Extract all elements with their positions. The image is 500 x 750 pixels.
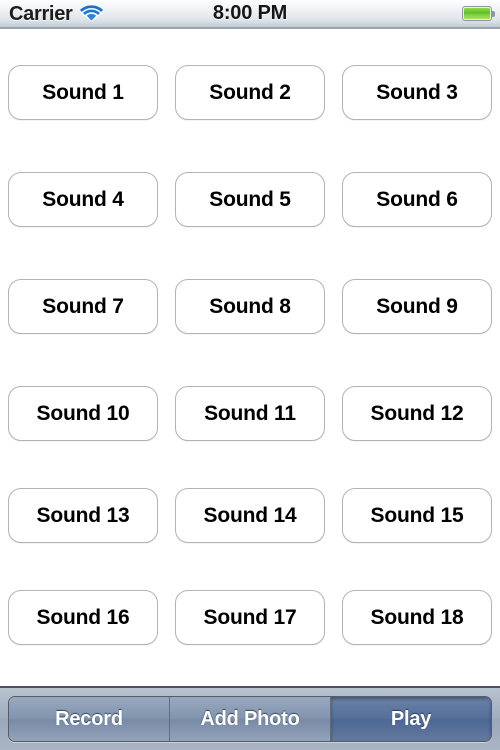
sound-row: Sound 16 Sound 17 Sound 18 bbox=[8, 590, 492, 645]
sound-button-9[interactable]: Sound 9 bbox=[342, 279, 492, 334]
sound-row: Sound 13 Sound 14 Sound 15 bbox=[8, 488, 492, 543]
segment-play[interactable]: Play bbox=[331, 697, 491, 741]
sound-row: Sound 4 Sound 5 Sound 6 bbox=[8, 172, 492, 227]
sound-button-16[interactable]: Sound 16 bbox=[8, 590, 158, 645]
sound-button-17[interactable]: Sound 17 bbox=[175, 590, 325, 645]
sound-button-grid: Sound 1 Sound 2 Sound 3 Sound 4 Sound 5 … bbox=[0, 29, 500, 686]
sound-button-7[interactable]: Sound 7 bbox=[8, 279, 158, 334]
battery-cap bbox=[492, 11, 495, 17]
segment-add-photo[interactable]: Add Photo bbox=[170, 697, 331, 741]
carrier-label: Carrier bbox=[9, 2, 73, 25]
sound-row: Sound 10 Sound 11 Sound 12 bbox=[8, 386, 492, 441]
sound-button-8[interactable]: Sound 8 bbox=[175, 279, 325, 334]
sound-row: Sound 1 Sound 2 Sound 3 bbox=[8, 65, 492, 120]
battery-fill bbox=[464, 8, 490, 19]
sound-button-5[interactable]: Sound 5 bbox=[175, 172, 325, 227]
sound-button-6[interactable]: Sound 6 bbox=[342, 172, 492, 227]
clock-label: 8:00 PM bbox=[212, 2, 288, 24]
sound-button-15[interactable]: Sound 15 bbox=[342, 488, 492, 543]
sound-button-18[interactable]: Sound 18 bbox=[342, 590, 492, 645]
sound-button-10[interactable]: Sound 10 bbox=[8, 386, 158, 441]
sound-button-13[interactable]: Sound 13 bbox=[8, 488, 158, 543]
sound-button-14[interactable]: Sound 14 bbox=[175, 488, 325, 543]
sound-button-2[interactable]: Sound 2 bbox=[175, 65, 325, 120]
sound-button-3[interactable]: Sound 3 bbox=[342, 65, 492, 120]
sound-row: Sound 7 Sound 8 Sound 9 bbox=[8, 279, 492, 334]
segmented-control[interactable]: Record Add Photo Play bbox=[8, 696, 492, 742]
status-bar: Carrier 8:00 PM bbox=[0, 0, 500, 29]
sound-button-4[interactable]: Sound 4 bbox=[8, 172, 158, 227]
segment-record[interactable]: Record bbox=[9, 697, 170, 741]
sound-button-11[interactable]: Sound 11 bbox=[175, 386, 325, 441]
wifi-icon bbox=[79, 5, 103, 22]
sound-button-12[interactable]: Sound 12 bbox=[342, 386, 492, 441]
battery-icon bbox=[462, 6, 495, 21]
status-bar-left: Carrier bbox=[9, 4, 103, 24]
status-bar-right bbox=[462, 6, 495, 21]
bottom-toolbar: Record Add Photo Play bbox=[0, 686, 500, 750]
sound-button-1[interactable]: Sound 1 bbox=[8, 65, 158, 120]
